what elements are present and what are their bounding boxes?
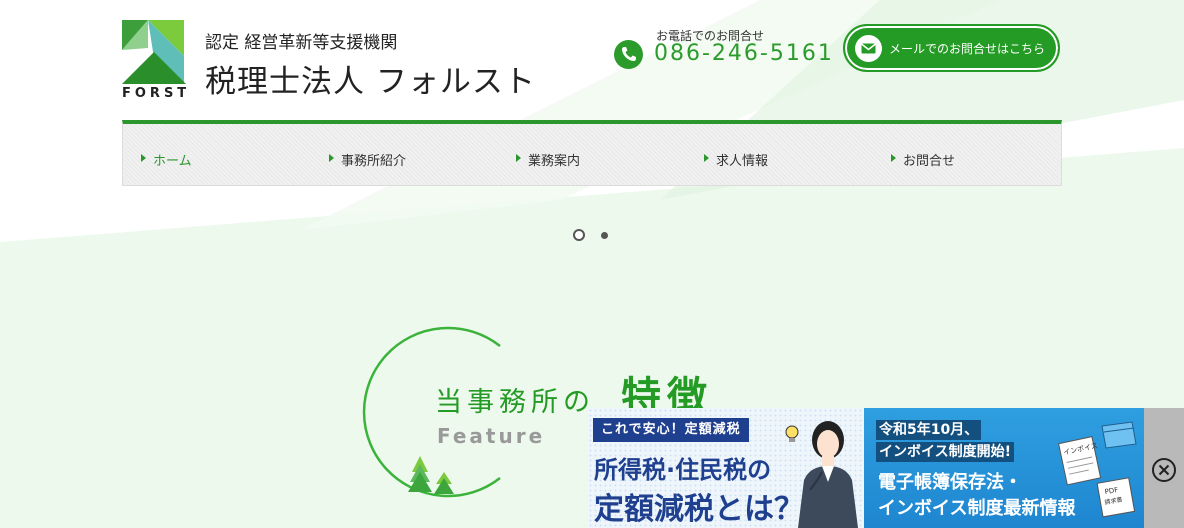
logo-text: FORST [122,86,191,101]
nav-item-home[interactable]: ホーム [139,150,192,169]
banner-right-line-1: 令和5年10月、 [876,420,982,440]
banner-close-area[interactable] [1144,408,1184,528]
firm-name: 税理士法人 フォルスト [205,64,536,100]
documents-icon: インボイス PDF 請求書 [1058,421,1137,518]
mail-button-label: メールでのお問合せはこちら [889,42,1046,56]
banner-invoice-info[interactable]: 令和5年10月、 インボイス制度開始! 電子帳簿保存法・ インボイス制度最新情報… [864,408,1144,528]
banner-right-line-3: 電子帳簿保存法・ [878,472,1022,493]
nav-item-office[interactable]: 事務所紹介 [327,150,406,169]
mail-contact-button[interactable]: メールでのお問合せはこちら [843,24,1060,72]
close-icon[interactable] [1151,457,1177,483]
main-navigation: ホーム 事務所紹介 業務案内 求人情報 お問合せ [122,120,1062,186]
promo-banner[interactable]: これで安心！定額減税 所得税·住民税の 定額減税とは？ 令和5年10月、 インボ… [588,408,1184,528]
mail-icon [855,35,882,62]
certification-label: 認定 経営革新等支援機関 [205,33,398,53]
banner-tax-reduction[interactable]: これで安心！定額減税 所得税·住民税の 定額減税とは？ [588,408,864,528]
feature-subtitle: Feature [437,424,546,448]
banner-right-line-2: インボイス制度開始! [876,442,1014,462]
nav-item-recruit[interactable]: 求人情報 [702,150,768,169]
site-logo[interactable]: FORST [122,20,186,102]
nav-item-services[interactable]: 業務案内 [514,150,580,169]
banner-headline-1: 所得税·住民税の [594,456,772,484]
tree-icon [408,456,454,494]
phone-icon [614,40,643,69]
banner-tag: これで安心！定額減税 [593,418,749,442]
businesswoman-illustration-icon [785,421,858,528]
feature-title-prefix: 当事務所の [435,387,595,418]
phone-number[interactable]: 086-246-5161 [654,41,834,66]
banner-headline-2: 定額減税とは？ [594,492,804,527]
nav-item-contact[interactable]: お問合せ [889,150,955,169]
slider-dot-2[interactable] [601,232,608,239]
logo-mark-icon [122,20,186,84]
slider-dot-1[interactable] [573,229,585,241]
banner-right-line-4: インボイス制度最新情報 [878,498,1076,519]
